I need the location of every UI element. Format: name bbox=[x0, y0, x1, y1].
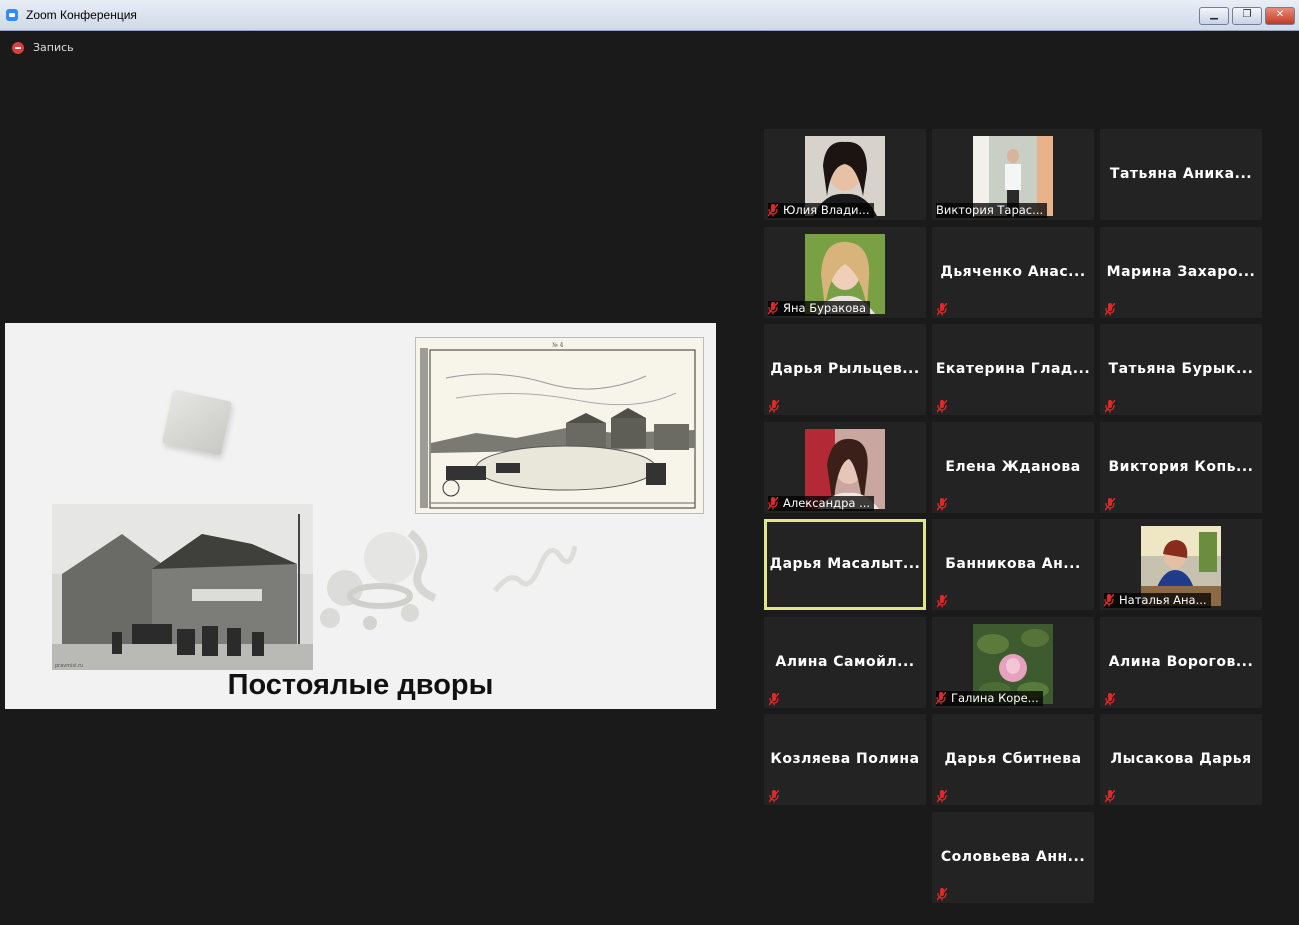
participant-name: Александра ... bbox=[783, 496, 871, 510]
muted-mic-icon bbox=[936, 886, 948, 901]
engraving-image-inn: pravmisl.ru bbox=[52, 504, 313, 670]
participant-name: Елена Жданова bbox=[945, 459, 1081, 475]
muted-mic-icon bbox=[936, 593, 948, 608]
participant-tile[interactable]: Александра ... bbox=[764, 422, 926, 513]
participant-name: Алина Самойл... bbox=[775, 654, 915, 670]
participant-name: Яна Буракова bbox=[783, 301, 867, 315]
participant-name: Екатерина Глад... bbox=[935, 361, 1091, 377]
participant-tile[interactable]: Наталья Ана... bbox=[1100, 519, 1262, 610]
muted-mic-icon bbox=[1103, 593, 1115, 607]
muted-mic-icon bbox=[1104, 788, 1116, 803]
participant-name: Наталья Ана... bbox=[1119, 593, 1207, 607]
restore-button[interactable]: ❐ bbox=[1232, 7, 1262, 25]
participant-name: Юлия Влади... bbox=[783, 203, 870, 217]
participant-tile[interactable]: Виктория Тарас... bbox=[932, 129, 1094, 220]
participant-tile[interactable]: Алина Ворогов... bbox=[1100, 617, 1262, 708]
participant-tile[interactable]: Марина Захаро... bbox=[1100, 227, 1262, 318]
muted-mic-icon bbox=[767, 301, 779, 315]
participant-name: Дарья Масалыт... bbox=[769, 556, 921, 572]
participant-name: Дьяченко Анас... bbox=[940, 264, 1086, 280]
participant-tile[interactable]: Дарья Сбитнева bbox=[932, 714, 1094, 805]
decorative-cube bbox=[161, 389, 233, 456]
participant-name: Татьяна Аника... bbox=[1109, 166, 1253, 182]
participant-name: Соловьева Анн... bbox=[940, 849, 1086, 865]
muted-mic-icon bbox=[768, 788, 780, 803]
muted-mic-icon bbox=[936, 788, 948, 803]
minimize-button[interactable]: ▁ bbox=[1199, 7, 1229, 25]
participant-name: Виктория Копь... bbox=[1108, 459, 1254, 475]
participant-name-label: Виктория Тарас... bbox=[936, 203, 1048, 218]
participant-name: Татьяна Бурык... bbox=[1108, 361, 1254, 377]
muted-mic-icon bbox=[935, 691, 947, 705]
muted-mic-icon bbox=[1104, 301, 1116, 316]
muted-mic-icon bbox=[1104, 398, 1116, 413]
shared-screen: № 4 pravmisl.ru Постоялые дворы bbox=[5, 323, 716, 709]
zoom-app-icon bbox=[6, 9, 18, 21]
participant-name: Дарья Сбитнева bbox=[944, 751, 1082, 767]
participant-name: Лысакова Дарья bbox=[1110, 751, 1252, 767]
muted-mic-icon bbox=[1104, 496, 1116, 511]
participant-tile[interactable]: Дьяченко Анас... bbox=[932, 227, 1094, 318]
participant-tile[interactable]: Дарья Масалыт... bbox=[764, 519, 926, 610]
participant-tile[interactable]: Татьяна Аника... bbox=[1100, 129, 1262, 220]
participant-tile[interactable]: Татьяна Бурык... bbox=[1100, 324, 1262, 415]
participant-name: Марина Захаро... bbox=[1106, 264, 1256, 280]
participant-tile[interactable]: Екатерина Глад... bbox=[932, 324, 1094, 415]
close-button[interactable]: ✕ bbox=[1265, 7, 1295, 25]
participant-name: Галина Коре... bbox=[951, 691, 1039, 705]
participant-name-label: Наталья Ана... bbox=[1103, 593, 1211, 608]
muted-mic-icon bbox=[768, 691, 780, 706]
participant-name: Дарья Рыльцев... bbox=[770, 361, 920, 377]
slide-title: Постоялые дворы bbox=[227, 669, 494, 701]
participant-tile[interactable]: Алина Самойл... bbox=[764, 617, 926, 708]
muted-mic-icon bbox=[767, 203, 779, 217]
participant-name: Алина Ворогов... bbox=[1108, 654, 1254, 670]
participant-tile[interactable]: Соловьева Анн... bbox=[932, 812, 1094, 903]
decorative-spiral bbox=[493, 545, 578, 593]
participant-name-label: Юлия Влади... bbox=[767, 203, 874, 218]
muted-mic-icon bbox=[936, 496, 948, 511]
muted-mic-icon bbox=[936, 301, 948, 316]
engraving-caption: № 4 bbox=[552, 342, 564, 349]
muted-mic-icon bbox=[1104, 691, 1116, 706]
participant-name: Виктория Тарас... bbox=[936, 203, 1044, 217]
participant-name: Козляева Полина bbox=[770, 751, 920, 767]
participant-name-label: Александра ... bbox=[767, 496, 875, 511]
muted-mic-icon bbox=[767, 496, 779, 510]
participant-name-label: Яна Буракова bbox=[767, 301, 871, 316]
muted-mic-icon bbox=[936, 398, 948, 413]
participant-tile[interactable]: Дарья Рыльцев... bbox=[764, 324, 926, 415]
participant-tile[interactable]: Козляева Полина bbox=[764, 714, 926, 805]
participant-tile[interactable]: Лысакова Дарья bbox=[1100, 714, 1262, 805]
participant-tile[interactable]: Виктория Копь... bbox=[1100, 422, 1262, 513]
participant-tile[interactable]: Галина Коре... bbox=[932, 617, 1094, 708]
participant-tile[interactable]: Банникова Ан... bbox=[932, 519, 1094, 610]
recording-label: Запись bbox=[33, 41, 74, 54]
participant-name: Банникова Ан... bbox=[945, 556, 1081, 572]
participant-tile[interactable]: Яна Буракова bbox=[764, 227, 926, 318]
participant-tile[interactable]: Елена Жданова bbox=[932, 422, 1094, 513]
window-title: Zoom Конференция bbox=[26, 8, 137, 22]
engraving-image-winter-scene: № 4 bbox=[415, 337, 704, 514]
participant-tile[interactable]: Юлия Влади... bbox=[764, 129, 926, 220]
muted-mic-icon bbox=[768, 398, 780, 413]
window-titlebar: Zoom Конференция ▁ ❐ ✕ bbox=[0, 0, 1299, 31]
decorative-sculpture bbox=[320, 529, 437, 630]
record-icon bbox=[12, 42, 24, 54]
participant-name-label: Галина Коре... bbox=[935, 691, 1043, 706]
